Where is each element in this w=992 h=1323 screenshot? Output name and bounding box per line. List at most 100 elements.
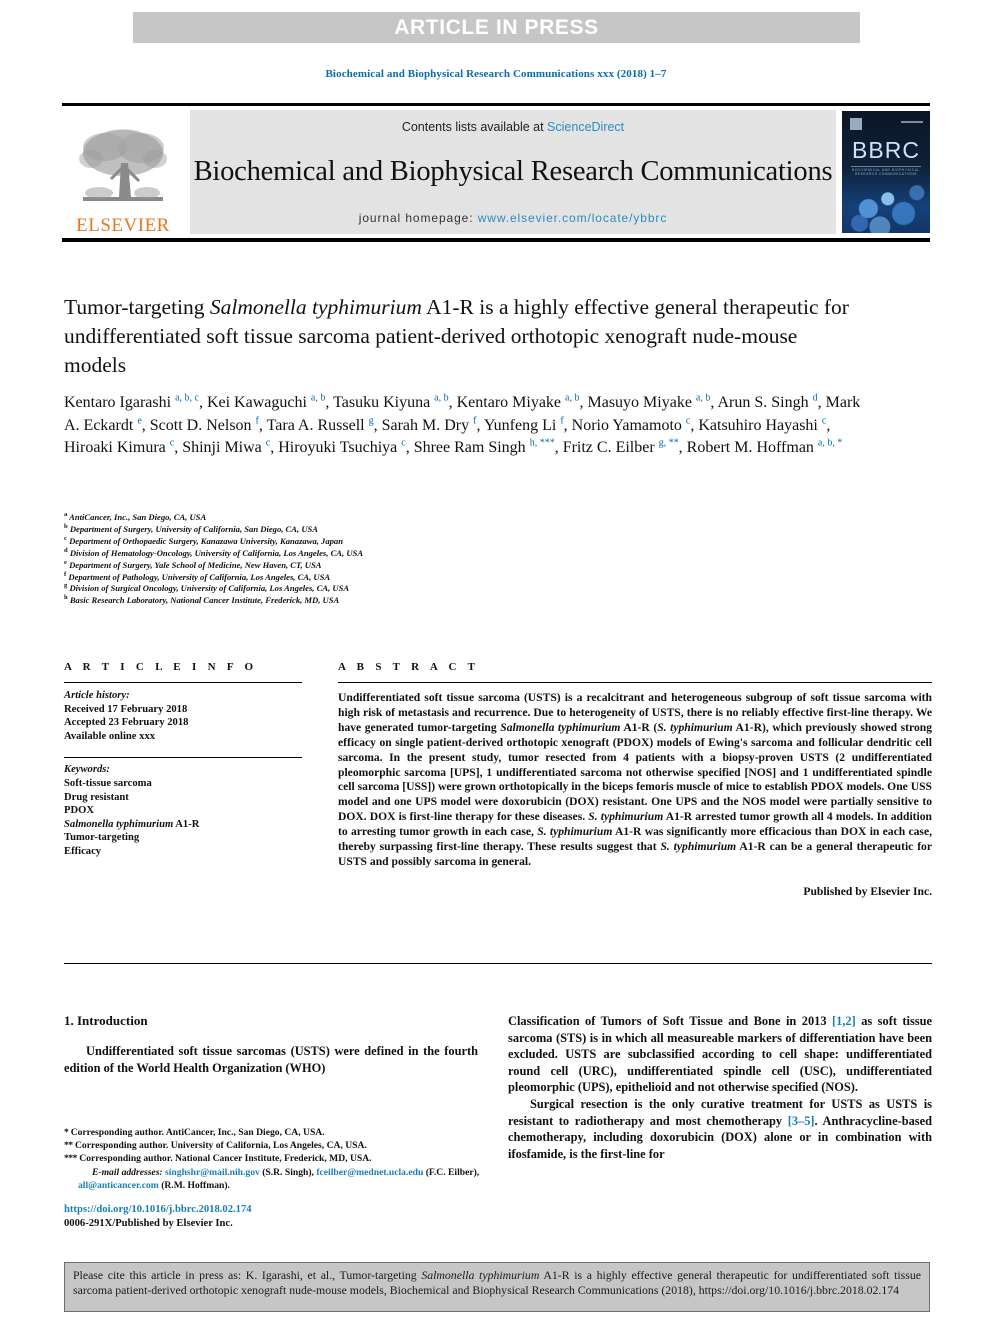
journal-title: Biochemical and Biophysical Research Com… bbox=[193, 156, 833, 188]
abstract-heading: A B S T R A C T bbox=[338, 661, 480, 673]
citation-notice-box: Please cite this article in press as: K.… bbox=[64, 1262, 930, 1312]
introduction-paragraph-right-2: Surgical resection is the only curative … bbox=[508, 1096, 932, 1161]
affiliation-item: e Department of Surgery, Yale School of … bbox=[64, 558, 664, 572]
email-addresses-footnote: E-mail addresses: singhshr@mail.nih.gov … bbox=[64, 1166, 482, 1192]
article-in-press-label: ARTICLE IN PRESS bbox=[394, 15, 599, 39]
corresponding-author-footnote-1: * Corresponding author. AntiCancer, Inc.… bbox=[64, 1126, 482, 1139]
introduction-left-column: 1. Introduction Undifferentiated soft ti… bbox=[64, 1013, 478, 1076]
elsevier-logo: ELSEVIER bbox=[62, 106, 184, 238]
email-link-1[interactable]: singhshr@mail.nih.gov bbox=[165, 1167, 260, 1178]
citation-prefix: Please cite this article in press as: K.… bbox=[73, 1268, 422, 1282]
footnote-text-1: Corresponding author. AntiCancer, Inc., … bbox=[70, 1127, 325, 1138]
journal-homepage-line: journal homepage: www.elsevier.com/locat… bbox=[359, 211, 667, 225]
affiliation-text: Division of Hematology-Oncology, Univers… bbox=[69, 547, 364, 558]
contents-prefix: Contents lists available at bbox=[401, 120, 548, 134]
footnote-star-1: * bbox=[64, 1127, 69, 1138]
published-by-line: Published by Elsevier Inc. bbox=[803, 884, 932, 898]
homepage-label: journal homepage: bbox=[358, 211, 478, 225]
affiliation-list: a AntiCancer, Inc., San Diego, CA, USA b… bbox=[64, 511, 664, 607]
available-online: Available online xxx bbox=[64, 730, 156, 742]
keyword-item: Efficacy bbox=[64, 845, 102, 857]
email-link-3[interactable]: all@anticancer.com bbox=[78, 1180, 159, 1191]
affiliation-mark: h bbox=[64, 594, 68, 602]
keyword-item: Soft-tissue sarcoma bbox=[64, 777, 152, 789]
affiliation-item: f Department of Pathology, University of… bbox=[64, 570, 664, 584]
introduction-paragraph-right-1: Classification of Tumors of Soft Tissue … bbox=[508, 1014, 933, 1095]
sciencedirect-link[interactable]: ScienceDirect bbox=[547, 120, 624, 134]
affiliation-text: Department of Pathology, University of C… bbox=[68, 571, 331, 582]
journal-reference-line: Biochemical and Biophysical Research Com… bbox=[325, 68, 667, 80]
title-italic-species: Salmonella typhimurium bbox=[209, 295, 422, 319]
affiliation-mark: d bbox=[64, 546, 68, 554]
cover-rule bbox=[851, 166, 921, 167]
footnote-text-3: Corresponding author. National Cancer In… bbox=[79, 1153, 372, 1165]
article-info-spacer bbox=[64, 743, 302, 757]
affiliation-text: Division of Surgical Oncology, Universit… bbox=[69, 583, 350, 594]
abstract-column: A B S T R A C T Undifferentiated soft ti… bbox=[338, 661, 932, 898]
email-link-2[interactable]: fceilber@mednet.ucla.edu bbox=[316, 1167, 423, 1178]
footnote-star-3: *** bbox=[64, 1153, 77, 1165]
bbrc-cover-title: BBRC bbox=[852, 137, 920, 163]
affiliation-mark: b bbox=[64, 523, 68, 531]
affiliation-text: Department of Surgery, University of Cal… bbox=[69, 523, 319, 534]
accepted-date: Accepted 23 February 2018 bbox=[64, 717, 189, 729]
affiliation-text: Department of Orthopaedic Surgery, Kanaz… bbox=[69, 535, 344, 546]
article-title: Tumor-targeting Salmonella typhimurium A… bbox=[64, 293, 854, 380]
article-info-column: A R T I C L E I N F O Article history: R… bbox=[64, 661, 302, 859]
masthead-center: Contents lists available at ScienceDirec… bbox=[190, 110, 836, 234]
contents-lists-line: Contents lists available at ScienceDirec… bbox=[402, 120, 624, 134]
article-history-block: Article history: Received 17 February 20… bbox=[64, 683, 302, 743]
email-owner-3: (R.M. Hoffman). bbox=[161, 1179, 230, 1191]
affiliation-item: a AntiCancer, Inc., San Diego, CA, USA bbox=[64, 511, 664, 524]
introduction-heading: 1. Introduction bbox=[64, 1013, 148, 1028]
bbrc-journal-cover-image: BBRC BIOCHEMICAL AND BIOPHYSICAL RESEARC… bbox=[842, 111, 930, 233]
corresponding-author-footnote-3: *** Corresponding author. National Cance… bbox=[64, 1152, 482, 1165]
cover-barcode-icon bbox=[901, 121, 923, 123]
received-date: Received 17 February 2018 bbox=[64, 703, 188, 715]
email-owner-2: (F.C. Eilber), bbox=[425, 1166, 480, 1178]
affiliation-text: Basic Research Laboratory, National Canc… bbox=[69, 595, 340, 606]
article-in-press-banner: ARTICLE IN PRESS bbox=[133, 12, 860, 43]
doi-link[interactable]: https://doi.org/10.1016/j.bbrc.2018.02.1… bbox=[64, 1203, 482, 1217]
keyword-item: PDOX bbox=[64, 805, 95, 817]
keyword-italic-species: Salmonella typhimurium bbox=[64, 818, 174, 830]
affiliation-item: g Division of Surgical Oncology, Univers… bbox=[64, 583, 664, 595]
introduction-right-column: Classification of Tumors of Soft Tissue … bbox=[508, 1013, 932, 1162]
keyword-item: Tumor-targeting bbox=[64, 832, 140, 844]
affiliation-mark: e bbox=[64, 558, 67, 566]
corresponding-author-footnote-2: ** Corresponding author. University of C… bbox=[64, 1139, 482, 1152]
abstract-body: Undifferentiated soft tissue sarcoma (US… bbox=[338, 691, 933, 868]
article-info-heading: A R T I C L E I N F O bbox=[64, 661, 258, 673]
affiliation-mark: g bbox=[64, 582, 68, 590]
bbrc-cover-subtitle: BIOCHEMICAL AND BIOPHYSICAL RESEARCH COM… bbox=[852, 168, 920, 176]
keywords-block: Keywords: Soft-tissue sarcoma Drug resis… bbox=[64, 758, 302, 858]
email-addresses-label: E-mail addresses: bbox=[92, 1166, 163, 1178]
elsevier-tree-icon bbox=[75, 123, 171, 215]
affiliation-item: b Department of Surgery, University of C… bbox=[64, 523, 664, 536]
affiliation-item: c Department of Orthopaedic Surgery, Kan… bbox=[64, 534, 664, 548]
introduction-paragraph-left: Undifferentiated soft tissue sarcomas (U… bbox=[64, 1044, 478, 1075]
email-owner-1: (S.R. Singh), bbox=[262, 1166, 314, 1178]
affiliation-text: Department of Surgery, Yale School of Me… bbox=[69, 559, 322, 570]
affiliation-item: d Division of Hematology-Oncology, Unive… bbox=[64, 546, 664, 560]
footnote-block: * Corresponding author. AntiCancer, Inc.… bbox=[64, 1126, 482, 1192]
footnote-star-2: ** bbox=[64, 1140, 73, 1152]
title-part-1: Tumor-targeting bbox=[64, 295, 210, 319]
article-history-label: Article history: bbox=[64, 690, 130, 701]
abstract-section-bottom-rule bbox=[64, 963, 932, 964]
journal-masthead: ELSEVIER Contents lists available at Sci… bbox=[62, 103, 930, 242]
elsevier-wordmark: ELSEVIER bbox=[76, 215, 170, 236]
homepage-url-link[interactable]: www.elsevier.com/locate/ybbrc bbox=[478, 211, 668, 225]
issn-publisher-line: 0006-291X/Published by Elsevier Inc. bbox=[64, 1218, 233, 1229]
footnote-text-2: Corresponding author. University of Cali… bbox=[75, 1140, 367, 1152]
affiliation-mark: f bbox=[64, 570, 67, 578]
affiliation-mark: a bbox=[64, 511, 68, 519]
citation-notice-text: Please cite this article in press as: K.… bbox=[73, 1268, 921, 1298]
keywords-label: Keywords: bbox=[64, 764, 110, 776]
affiliation-text: AntiCancer, Inc., San Diego, CA, USA bbox=[69, 512, 207, 522]
keyword-item: Salmonella typhimurium A1-R bbox=[64, 818, 200, 830]
citation-italic-species: Salmonella typhimurium bbox=[421, 1268, 540, 1282]
affiliation-item: h Basic Research Laboratory, National Ca… bbox=[64, 595, 664, 607]
cover-emblem-icon bbox=[850, 118, 862, 130]
affiliation-mark: c bbox=[64, 534, 67, 542]
